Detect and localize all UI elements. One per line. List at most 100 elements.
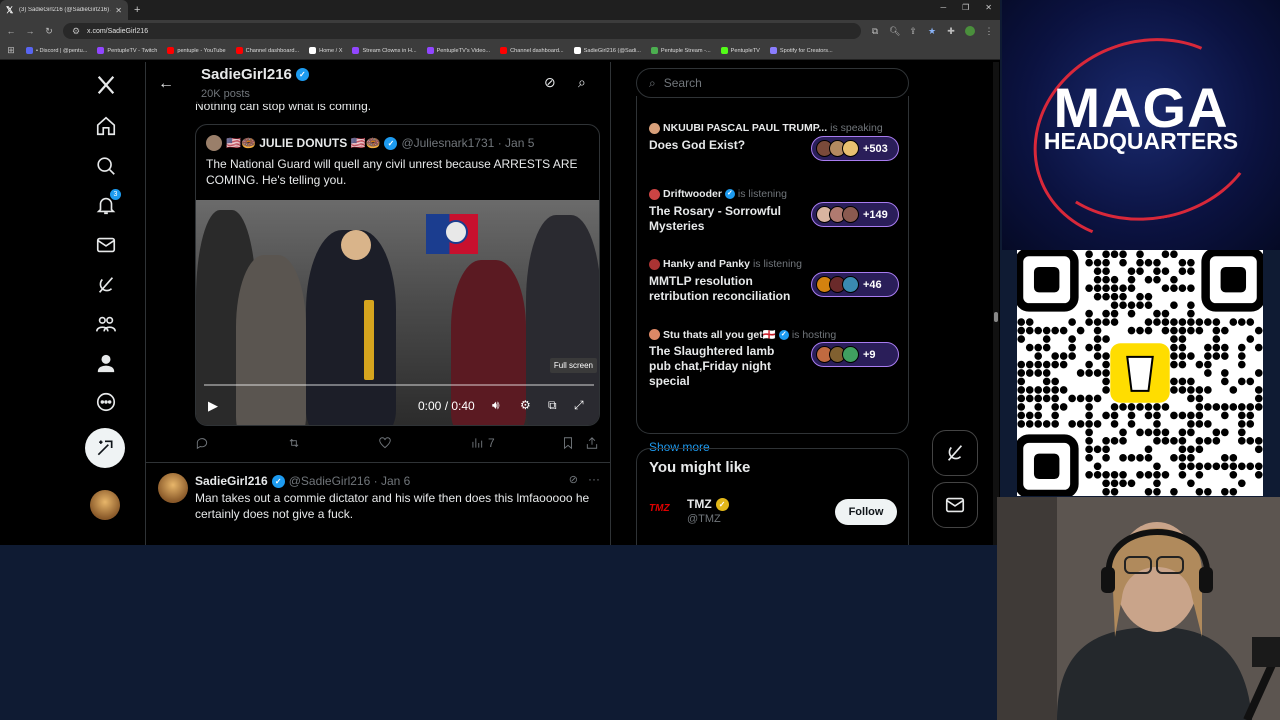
bookmark-item[interactable]: PentupleTV's Video... — [426, 47, 491, 54]
search-input[interactable]: ⌕ Search — [636, 68, 909, 98]
quoted-avatar[interactable] — [206, 135, 222, 151]
site-info-icon[interactable]: ⚙ — [71, 26, 81, 37]
search-icon[interactable]: ⌕ — [578, 74, 586, 91]
verified-badge-icon: ✓ — [778, 329, 789, 340]
space-listeners-pill[interactable]: +9 — [811, 342, 899, 367]
video-time: 0:00 / 0:40 — [418, 399, 475, 413]
post-text: Man takes out a commie dictator and his … — [195, 491, 590, 521]
fullscreen-icon[interactable]: ⤢ — [574, 398, 584, 413]
grok-float-button[interactable] — [932, 430, 978, 476]
space-listeners-pill[interactable]: +503 — [811, 136, 899, 161]
suggested-account-name[interactable]: TMZ ✓ — [687, 497, 729, 511]
space-item[interactable]: Stu thats all you get🏴󠁧󠁢󠁥󠁮󠁧󠁿 ✓ is hosting T… — [649, 328, 899, 388]
volume-icon[interactable]: 🔊︎ — [492, 398, 500, 413]
video-player[interactable]: Full screen ▶ 0:00 / 0:40 🔊︎ ⚙ ⧉ ⤢ — [196, 200, 599, 425]
author-avatar[interactable] — [158, 473, 188, 503]
messages-float-button[interactable] — [932, 482, 978, 528]
quoted-post[interactable]: 🇺🇸🍩 JULIE DONUTS 🇺🇸🍩 ✓ @Juliesnark1731 ·… — [195, 124, 600, 426]
more-icon[interactable] — [93, 389, 119, 415]
bookmark-item[interactable]: Channel dashboard... — [235, 47, 299, 54]
zoom-icon[interactable]: 🔍︎ — [889, 26, 900, 37]
bookmark-item[interactable]: Channel dashboard... — [500, 47, 564, 54]
messages-icon[interactable] — [93, 232, 119, 258]
qr-code — [1014, 247, 1266, 499]
profile-avatar[interactable] — [965, 26, 975, 36]
space-listeners-pill[interactable]: +46 — [811, 272, 899, 297]
video-tie — [364, 300, 374, 380]
scrollbar[interactable] — [993, 62, 999, 545]
forward-icon[interactable]: → — [25, 26, 35, 36]
video-controls: ▶ 0:00 / 0:40 🔊︎ ⚙ ⧉ ⤢ — [196, 396, 599, 418]
share-icon[interactable]: ⇪ — [908, 26, 918, 37]
space-item[interactable]: Hanky and Panky is listening MMTLP resolut… — [649, 258, 899, 318]
space-title: MMTLP resolution retribution reconciliat… — [649, 274, 791, 303]
repost-button[interactable] — [287, 436, 301, 450]
grok-icon[interactable]: ⊘ — [544, 74, 556, 91]
bookmark-item[interactable]: pentuple - YouTube — [167, 47, 226, 54]
author-handle[interactable]: @SadieGirl216 · Jan 6 — [289, 474, 411, 488]
maximize-icon[interactable]: ❐ — [962, 3, 969, 12]
close-tab-icon[interactable]: ✕ — [115, 6, 122, 15]
notifications-icon[interactable]: 3 — [93, 189, 121, 218]
bookmark-star-icon[interactable]: ★ — [927, 26, 937, 37]
bookmark-item[interactable]: Home / X — [309, 47, 342, 54]
space-item[interactable]: Driftwooder ✓ is listening The Rosary - Sor… — [649, 188, 899, 248]
video-progress-bar[interactable] — [204, 384, 594, 386]
back-icon[interactable]: ← — [6, 26, 16, 36]
space-item[interactable]: NKUUBI PASCAL PAUL TRUMP... is speaking Do… — [649, 122, 899, 182]
account-avatar[interactable] — [90, 490, 120, 520]
bookmark-item[interactable]: Stream Clowns in H... — [352, 47, 417, 54]
bookmark-item[interactable]: PentupleTV - Twitch — [97, 47, 157, 54]
bookmark-item[interactable]: • Discord | @pentu... — [26, 47, 87, 54]
play-icon[interactable]: ▶ — [208, 398, 218, 414]
like-button[interactable] — [378, 436, 392, 450]
profile-icon[interactable] — [93, 350, 119, 376]
heart-icon — [379, 437, 391, 449]
more-options-icon[interactable]: ··· — [588, 472, 600, 486]
extensions-icon[interactable]: ✚ — [946, 26, 956, 37]
bookmark-item[interactable]: Spotify for Creators... — [769, 47, 833, 54]
address-bar[interactable]: ⚙ x.com/SadieGirl216 — [63, 23, 861, 39]
bookmark-item[interactable]: Pentuple Stream -... — [650, 47, 711, 54]
bookmark-label: PentupleTV's Video... — [436, 47, 491, 54]
scrollbar-thumb[interactable] — [994, 312, 998, 322]
space-listeners-pill[interactable]: +149 — [811, 202, 899, 227]
picture-in-picture-icon[interactable]: ⧉ — [548, 398, 557, 413]
home-icon[interactable] — [93, 113, 119, 139]
tab-active[interactable]: 𝕏 (3) SadieGirl216 (@SadieGirl216) / X ✕ — [0, 0, 128, 20]
quoted-author-name[interactable]: 🇺🇸🍩 JULIE DONUTS 🇺🇸🍩 — [226, 136, 380, 150]
bookmarks-bar: ⊞ • Discord | @pentu... PentupleTV - Twit… — [0, 42, 1000, 60]
author-name[interactable]: SadieGirl216 — [195, 474, 268, 488]
x-logo-icon[interactable] — [93, 72, 119, 98]
webcam-overlay — [997, 497, 1280, 720]
follow-button[interactable]: Follow — [835, 499, 897, 525]
grok-icon[interactable] — [93, 272, 119, 298]
profile-header: ← SadieGirl216 ✓ 20K posts ⊘ ⌕ — [146, 62, 610, 104]
quoted-author-handle[interactable]: @Juliesnark1731 · Jan 5 — [401, 136, 534, 150]
post-button[interactable] — [85, 428, 125, 468]
bookmark-favicon-icon — [26, 47, 33, 54]
reload-icon[interactable]: ↻ — [44, 26, 54, 37]
bookmark-item[interactable]: PentupleTV — [720, 47, 760, 54]
settings-icon[interactable]: ⚙ — [520, 398, 531, 412]
share-button[interactable] — [585, 436, 599, 450]
communities-icon[interactable] — [93, 311, 119, 337]
space-title: The Rosary - Sorrowful Mysteries — [649, 204, 782, 233]
reply-button[interactable] — [195, 436, 209, 450]
notification-badge: 3 — [110, 189, 121, 200]
views-button[interactable]: 7 — [470, 436, 495, 450]
bookmark-item[interactable]: SadieGirl216 (@Sadi... — [573, 47, 641, 54]
apps-icon[interactable]: ⊞ — [6, 45, 16, 56]
close-window-icon[interactable]: ✕ — [985, 3, 992, 12]
suggested-account-handle[interactable]: @TMZ — [687, 513, 721, 525]
install-icon[interactable]: ⧉ — [870, 26, 880, 37]
post[interactable]: SadieGirl216 ✓ @SadieGirl216 · Jan 6 ⊘ ·… — [146, 463, 610, 545]
back-arrow-icon[interactable]: ← — [158, 75, 174, 93]
explore-icon[interactable] — [93, 153, 119, 179]
tmz-logo[interactable]: TMZ — [649, 503, 679, 523]
bookmark-button[interactable] — [561, 436, 575, 450]
grok-icon[interactable]: ⊘ — [569, 473, 578, 486]
new-tab-icon[interactable]: + — [134, 4, 140, 16]
menu-icon[interactable]: ⋮ — [984, 26, 994, 37]
minimize-icon[interactable]: ─ — [940, 3, 946, 12]
